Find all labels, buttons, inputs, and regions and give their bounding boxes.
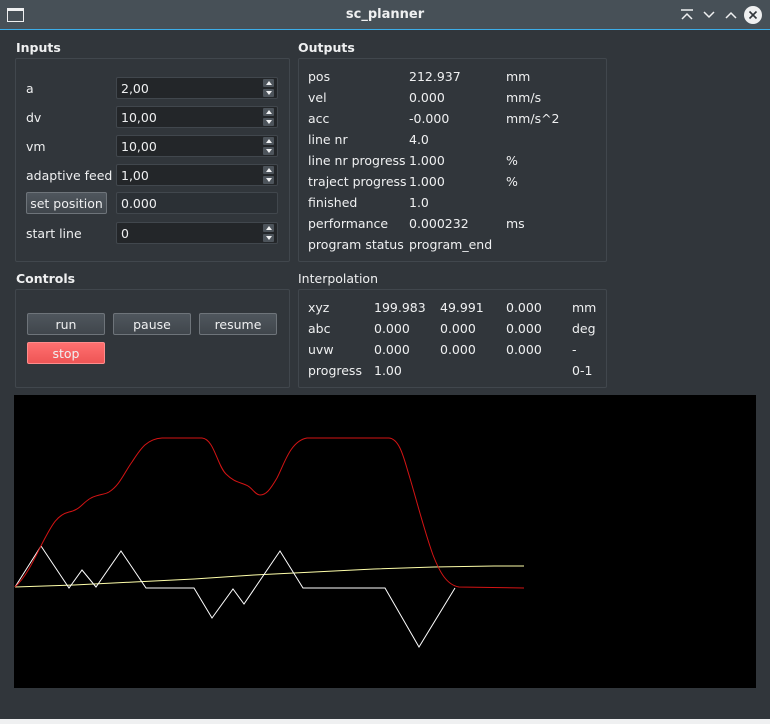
outputs-group: pos 212.937 mm vel 0.000 mm/s acc -0.000 mm/s^2 l… <box>298 58 607 262</box>
interpolation-label: uvw <box>308 342 334 357</box>
velocity-curve <box>14 545 456 648</box>
output-unit: mm/s^2 <box>506 111 560 126</box>
controls-title: Controls <box>16 271 76 286</box>
input-label-adaptive-feed: adaptive feed <box>26 168 113 183</box>
trajectory-plot <box>14 395 756 688</box>
output-label: line nr progress <box>308 153 406 168</box>
resume-button[interactable]: resume <box>199 313 277 335</box>
output-label: pos <box>308 69 331 84</box>
interpolation-v1: 199.983 <box>374 300 426 315</box>
output-label: vel <box>308 90 327 105</box>
keep-above-icon[interactable] <box>678 6 696 24</box>
interpolation-v2: 0.000 <box>440 342 476 357</box>
interpolation-v3: 0.000 <box>506 342 542 357</box>
spin-up-icon[interactable] <box>263 108 274 116</box>
spin-down-icon[interactable] <box>263 234 274 242</box>
spin-down-icon[interactable] <box>263 118 274 126</box>
run-button[interactable]: run <box>27 313 105 335</box>
progress-curve <box>14 565 524 588</box>
output-value: 1.0 <box>409 195 429 210</box>
output-value: 1.000 <box>409 153 445 168</box>
status-bar <box>0 719 770 724</box>
output-unit: mm <box>506 69 531 84</box>
a-spinbox[interactable]: 2,00 <box>116 77 278 99</box>
spin-up-icon[interactable] <box>263 137 274 145</box>
interpolation-label: progress <box>308 363 362 378</box>
output-value: 4.0 <box>409 132 429 147</box>
interpolation-v1: 0.000 <box>374 342 410 357</box>
minimize-icon[interactable] <box>700 6 718 24</box>
adaptive-feed-value: 1,00 <box>121 168 149 183</box>
spin-up-icon[interactable] <box>263 166 274 174</box>
vm-value: 10,00 <box>121 139 157 154</box>
output-value: program_end <box>409 237 493 252</box>
output-value: 0.000 <box>409 90 445 105</box>
output-value: 1.000 <box>409 174 445 189</box>
outputs-title: Outputs <box>298 40 355 55</box>
input-label-a: a <box>26 81 34 96</box>
interpolation-unit: mm <box>572 300 597 315</box>
title-bar: sc_planner <box>0 0 770 30</box>
a-value: 2,00 <box>121 81 149 96</box>
pause-button[interactable]: pause <box>113 313 191 335</box>
interpolation-unit: deg <box>572 321 596 336</box>
close-icon[interactable] <box>744 6 762 24</box>
interpolation-title: Interpolation <box>298 271 378 286</box>
interpolation-v1: 1.00 <box>374 363 402 378</box>
interpolation-label: abc <box>308 321 331 336</box>
start-line-value: 0 <box>121 226 129 241</box>
output-unit: % <box>506 153 518 168</box>
spin-up-icon[interactable] <box>263 224 274 232</box>
output-unit: % <box>506 174 518 189</box>
output-value: 0.000232 <box>409 216 469 231</box>
set-position-value: 0.000 <box>121 196 157 211</box>
dv-spinbox[interactable]: 10,00 <box>116 106 278 128</box>
stop-button[interactable]: stop <box>27 342 105 364</box>
interpolation-v1: 0.000 <box>374 321 410 336</box>
interpolation-v3: 0.000 <box>506 300 542 315</box>
interpolation-v2: 49.991 <box>440 300 484 315</box>
dv-value: 10,00 <box>121 110 157 125</box>
output-label: performance <box>308 216 389 231</box>
set-position-button[interactable]: set position <box>26 192 107 214</box>
output-label: program status <box>308 237 404 252</box>
interpolation-label: xyz <box>308 300 330 315</box>
start-line-label: start line <box>26 226 82 241</box>
window-title: sc_planner <box>345 7 425 22</box>
output-unit: ms <box>506 216 525 231</box>
start-line-spinbox[interactable]: 0 <box>116 222 278 244</box>
output-unit: mm/s <box>506 90 542 105</box>
set-position-field[interactable]: 0.000 <box>116 192 278 214</box>
output-label: traject progress <box>308 174 407 189</box>
input-label-vm: vm <box>26 139 46 154</box>
vm-spinbox[interactable]: 10,00 <box>116 135 278 157</box>
output-label: line nr <box>308 132 348 147</box>
interpolation-v2: 0.000 <box>440 321 476 336</box>
inputs-group: a 2,00 dv 10,00 vm 10,00 adaptive feed 1… <box>15 58 290 262</box>
spin-up-icon[interactable] <box>263 79 274 87</box>
input-label-dv: dv <box>26 110 42 125</box>
maximize-icon[interactable] <box>722 6 740 24</box>
controls-group: run pause resume stop <box>15 289 290 388</box>
output-value: -0.000 <box>409 111 450 126</box>
output-label: finished <box>308 195 358 210</box>
spin-down-icon[interactable] <box>263 176 274 184</box>
output-label: acc <box>308 111 330 126</box>
interpolation-unit: - <box>572 342 577 357</box>
inputs-title: Inputs <box>16 40 61 55</box>
output-value: 212.937 <box>409 69 461 84</box>
spin-down-icon[interactable] <box>263 89 274 97</box>
interpolation-group: xyz 199.983 49.991 0.000 mm abc 0.000 0.000 0.00… <box>298 289 607 388</box>
spin-down-icon[interactable] <box>263 147 274 155</box>
position-curve <box>14 437 525 589</box>
interpolation-unit: 0-1 <box>572 363 593 378</box>
interpolation-v3: 0.000 <box>506 321 542 336</box>
adaptive-feed-spinbox[interactable]: 1,00 <box>116 164 278 186</box>
